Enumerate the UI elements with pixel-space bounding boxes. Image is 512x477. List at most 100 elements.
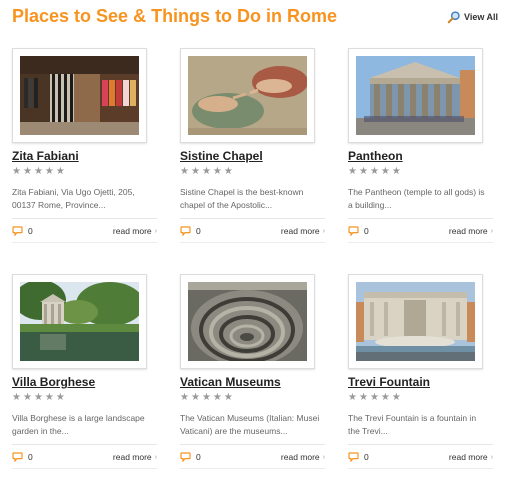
star-icon[interactable]: ★ [45, 166, 54, 178]
comment-count: 0 [28, 452, 33, 462]
spiral-staircase-photo [188, 282, 307, 361]
read-more-link[interactable]: read more › [113, 452, 157, 462]
place-description: Zita Fabiani, Via Ugo Ojetti, 205, 00137… [12, 187, 135, 210]
chevron-right-icon: › [490, 453, 493, 461]
divider [180, 444, 325, 445]
comments-link[interactable]: 0 [348, 452, 369, 462]
star-icon[interactable]: ★ [191, 166, 200, 178]
star-icon[interactable]: ★ [12, 392, 21, 404]
star-icon[interactable]: ★ [348, 166, 357, 178]
star-icon[interactable]: ★ [213, 166, 222, 178]
star-rating[interactable]: ★ ★ ★ ★ ★ [348, 392, 401, 404]
star-icon[interactable]: ★ [180, 392, 189, 404]
search-icon [447, 11, 460, 24]
star-rating[interactable]: ★ ★ ★ ★ ★ [180, 166, 233, 178]
star-icon[interactable]: ★ [56, 166, 65, 178]
place-title[interactable]: Vatican Museums [180, 374, 281, 390]
star-icon[interactable]: ★ [12, 166, 21, 178]
chevron-right-icon: › [154, 453, 157, 461]
comment-icon [348, 452, 359, 462]
star-icon[interactable]: ★ [213, 392, 222, 404]
read-more-link[interactable]: read more › [281, 226, 325, 236]
comment-icon [12, 452, 23, 462]
divider [12, 468, 157, 469]
star-icon[interactable]: ★ [348, 392, 357, 404]
star-icon[interactable]: ★ [224, 166, 233, 178]
card-footer: 0 read more › [180, 452, 325, 469]
place-card: Pantheon ★ ★ ★ ★ ★ The Pantheon (temple … [348, 48, 494, 248]
star-icon[interactable]: ★ [23, 392, 32, 404]
comment-icon [12, 226, 23, 236]
star-icon[interactable]: ★ [45, 392, 54, 404]
star-icon[interactable]: ★ [392, 166, 401, 178]
card-footer: 0 read more › [12, 226, 157, 243]
star-rating[interactable]: ★ ★ ★ ★ ★ [348, 166, 401, 178]
star-icon[interactable]: ★ [359, 392, 368, 404]
place-card: Villa Borghese ★ ★ ★ ★ ★ Villa Borghese … [12, 274, 158, 474]
chevron-right-icon: › [322, 227, 325, 235]
star-icon[interactable]: ★ [34, 392, 43, 404]
star-icon[interactable]: ★ [191, 392, 200, 404]
place-title[interactable]: Sistine Chapel [180, 148, 263, 164]
read-more-label: read more [112, 452, 152, 462]
place-thumbnail[interactable] [12, 274, 147, 369]
place-title[interactable]: Zita Fabiani [12, 148, 79, 164]
star-rating[interactable]: ★ ★ ★ ★ ★ [12, 392, 65, 404]
view-all-link[interactable]: View All [447, 9, 498, 25]
read-more-link[interactable]: read more › [113, 226, 157, 236]
comments-link[interactable]: 0 [180, 452, 201, 462]
comments-link[interactable]: 0 [12, 452, 33, 462]
fountain-photo [356, 282, 475, 361]
star-icon[interactable]: ★ [381, 392, 390, 404]
place-title[interactable]: Villa Borghese [12, 374, 95, 390]
star-icon[interactable]: ★ [381, 166, 390, 178]
comments-link[interactable]: 0 [12, 226, 33, 236]
comment-count: 0 [196, 452, 201, 462]
comment-icon [180, 226, 191, 236]
star-icon[interactable]: ★ [56, 392, 65, 404]
card-footer: 0 read more › [348, 452, 493, 469]
comments-link[interactable]: 0 [180, 226, 201, 236]
star-icon[interactable]: ★ [370, 166, 379, 178]
read-more-label: read more [280, 226, 320, 236]
read-more-link[interactable]: read more › [281, 452, 325, 462]
star-icon[interactable]: ★ [370, 392, 379, 404]
divider [12, 242, 157, 243]
place-thumbnail[interactable] [180, 274, 315, 369]
star-icon[interactable]: ★ [392, 392, 401, 404]
view-all-label: View All [463, 12, 498, 22]
garden-lake-photo [20, 282, 139, 361]
chevron-right-icon: › [154, 227, 157, 235]
page-header: Places to See & Things to Do in Rome Vie… [12, 4, 498, 30]
read-more-link[interactable]: read more › [449, 226, 493, 236]
place-thumbnail[interactable] [180, 48, 315, 143]
place-description: The Trevi Fountain is a fountain in the … [348, 413, 477, 436]
place-thumbnail[interactable] [12, 48, 147, 143]
place-card: Zita Fabiani ★ ★ ★ ★ ★ Zita Fabiani, Via… [12, 48, 158, 248]
star-rating[interactable]: ★ ★ ★ ★ ★ [12, 166, 65, 178]
place-card: Sistine Chapel ★ ★ ★ ★ ★ Sistine Chapel … [180, 48, 326, 248]
star-icon[interactable]: ★ [359, 166, 368, 178]
read-more-link[interactable]: read more › [449, 452, 493, 462]
divider [12, 444, 157, 445]
place-description: The Vatican Museums (Italian: Musei Vati… [180, 413, 320, 436]
star-icon[interactable]: ★ [23, 166, 32, 178]
place-title[interactable]: Trevi Fountain [348, 374, 430, 390]
chevron-right-icon: › [490, 227, 493, 235]
star-icon[interactable]: ★ [224, 392, 233, 404]
places-grid: Zita Fabiani ★ ★ ★ ★ ★ Zita Fabiani, Via… [12, 48, 502, 473]
star-icon[interactable]: ★ [180, 166, 189, 178]
star-icon[interactable]: ★ [34, 166, 43, 178]
star-icon[interactable]: ★ [202, 166, 211, 178]
star-rating[interactable]: ★ ★ ★ ★ ★ [180, 392, 233, 404]
comment-icon [180, 452, 191, 462]
place-thumbnail[interactable] [348, 48, 483, 143]
place-thumbnail[interactable] [348, 274, 483, 369]
place-title[interactable]: Pantheon [348, 148, 403, 164]
star-icon[interactable]: ★ [202, 392, 211, 404]
divider [348, 242, 493, 243]
read-more-label: read more [112, 226, 152, 236]
comments-link[interactable]: 0 [348, 226, 369, 236]
divider [348, 444, 493, 445]
temple-facade-photo [356, 56, 475, 135]
